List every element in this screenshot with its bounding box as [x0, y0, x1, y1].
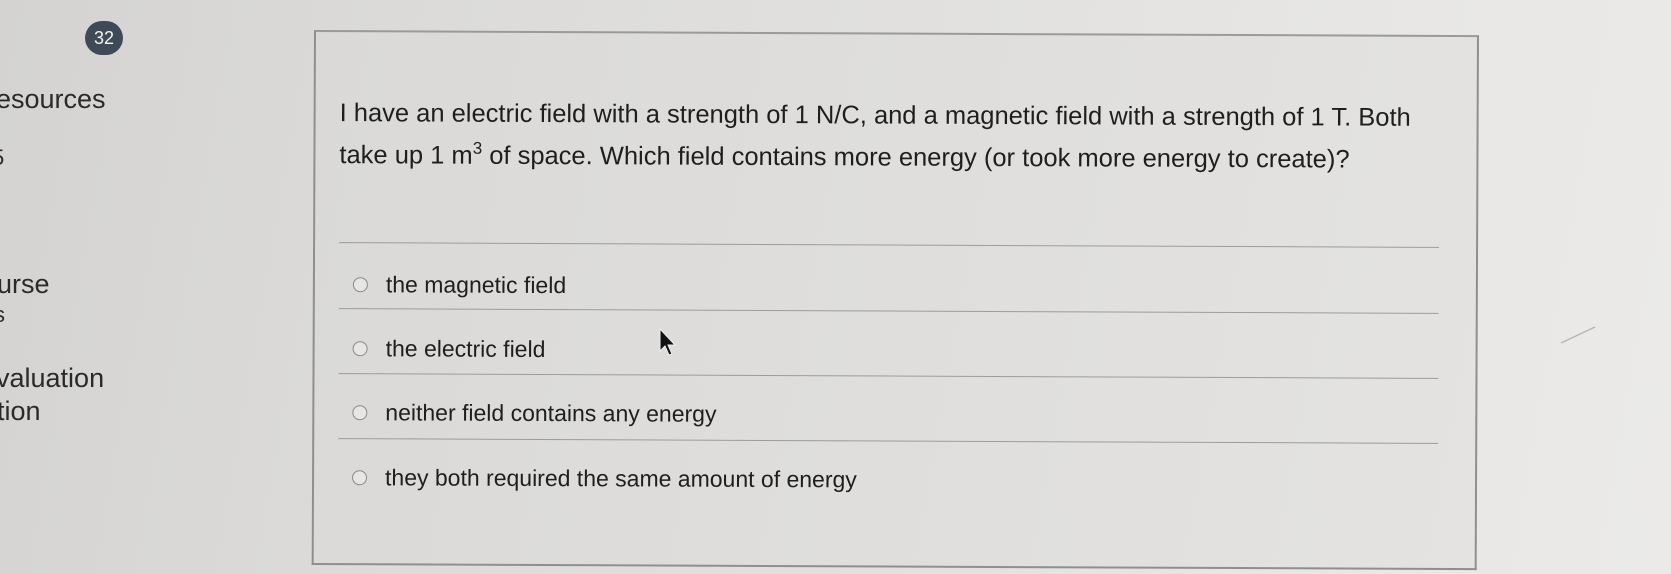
- option-label: they both required the same amount of en…: [384, 463, 857, 492]
- option-label: neither field contains any energy: [385, 398, 717, 427]
- question-number-badge[interactable]: 32: [85, 21, 123, 55]
- answer-option-electric[interactable]: the electric field: [352, 333, 546, 364]
- radio-button[interactable]: [352, 469, 368, 485]
- question-panel: I have an electric field with a strength…: [311, 30, 1479, 571]
- answer-option-magnetic[interactable]: the magnetic field: [352, 269, 567, 300]
- nav-fragment: s: [0, 302, 5, 328]
- nav-fragment: 5: [0, 145, 4, 171]
- superscript: 3: [472, 138, 483, 158]
- radio-button[interactable]: [352, 404, 368, 420]
- divider: [338, 438, 1439, 444]
- answer-option-neither[interactable]: neither field contains any energy: [352, 397, 717, 429]
- question-text-end: of space. Which field contains more ener…: [482, 141, 1350, 174]
- divider: [338, 373, 1439, 379]
- option-label: the electric field: [385, 334, 546, 362]
- screen-mark: [1560, 326, 1596, 344]
- divider: [339, 242, 1440, 248]
- divider: [338, 308, 1439, 314]
- question-text: I have an electric field with a strength…: [339, 92, 1439, 181]
- answer-option-both[interactable]: they both required the same amount of en…: [352, 462, 857, 494]
- mouse-cursor-icon: [659, 327, 677, 356]
- nav-item-resources[interactable]: esources: [0, 84, 106, 115]
- left-navigation: 32 esources 5 urse s valuation tion: [0, 0, 300, 574]
- nav-item-evaluation[interactable]: valuation: [0, 363, 104, 394]
- radio-button[interactable]: [352, 340, 368, 356]
- nav-item-course[interactable]: urse: [0, 269, 50, 300]
- option-label: the magnetic field: [385, 270, 567, 298]
- radio-button[interactable]: [352, 276, 368, 292]
- nav-item-question[interactable]: tion: [0, 396, 41, 427]
